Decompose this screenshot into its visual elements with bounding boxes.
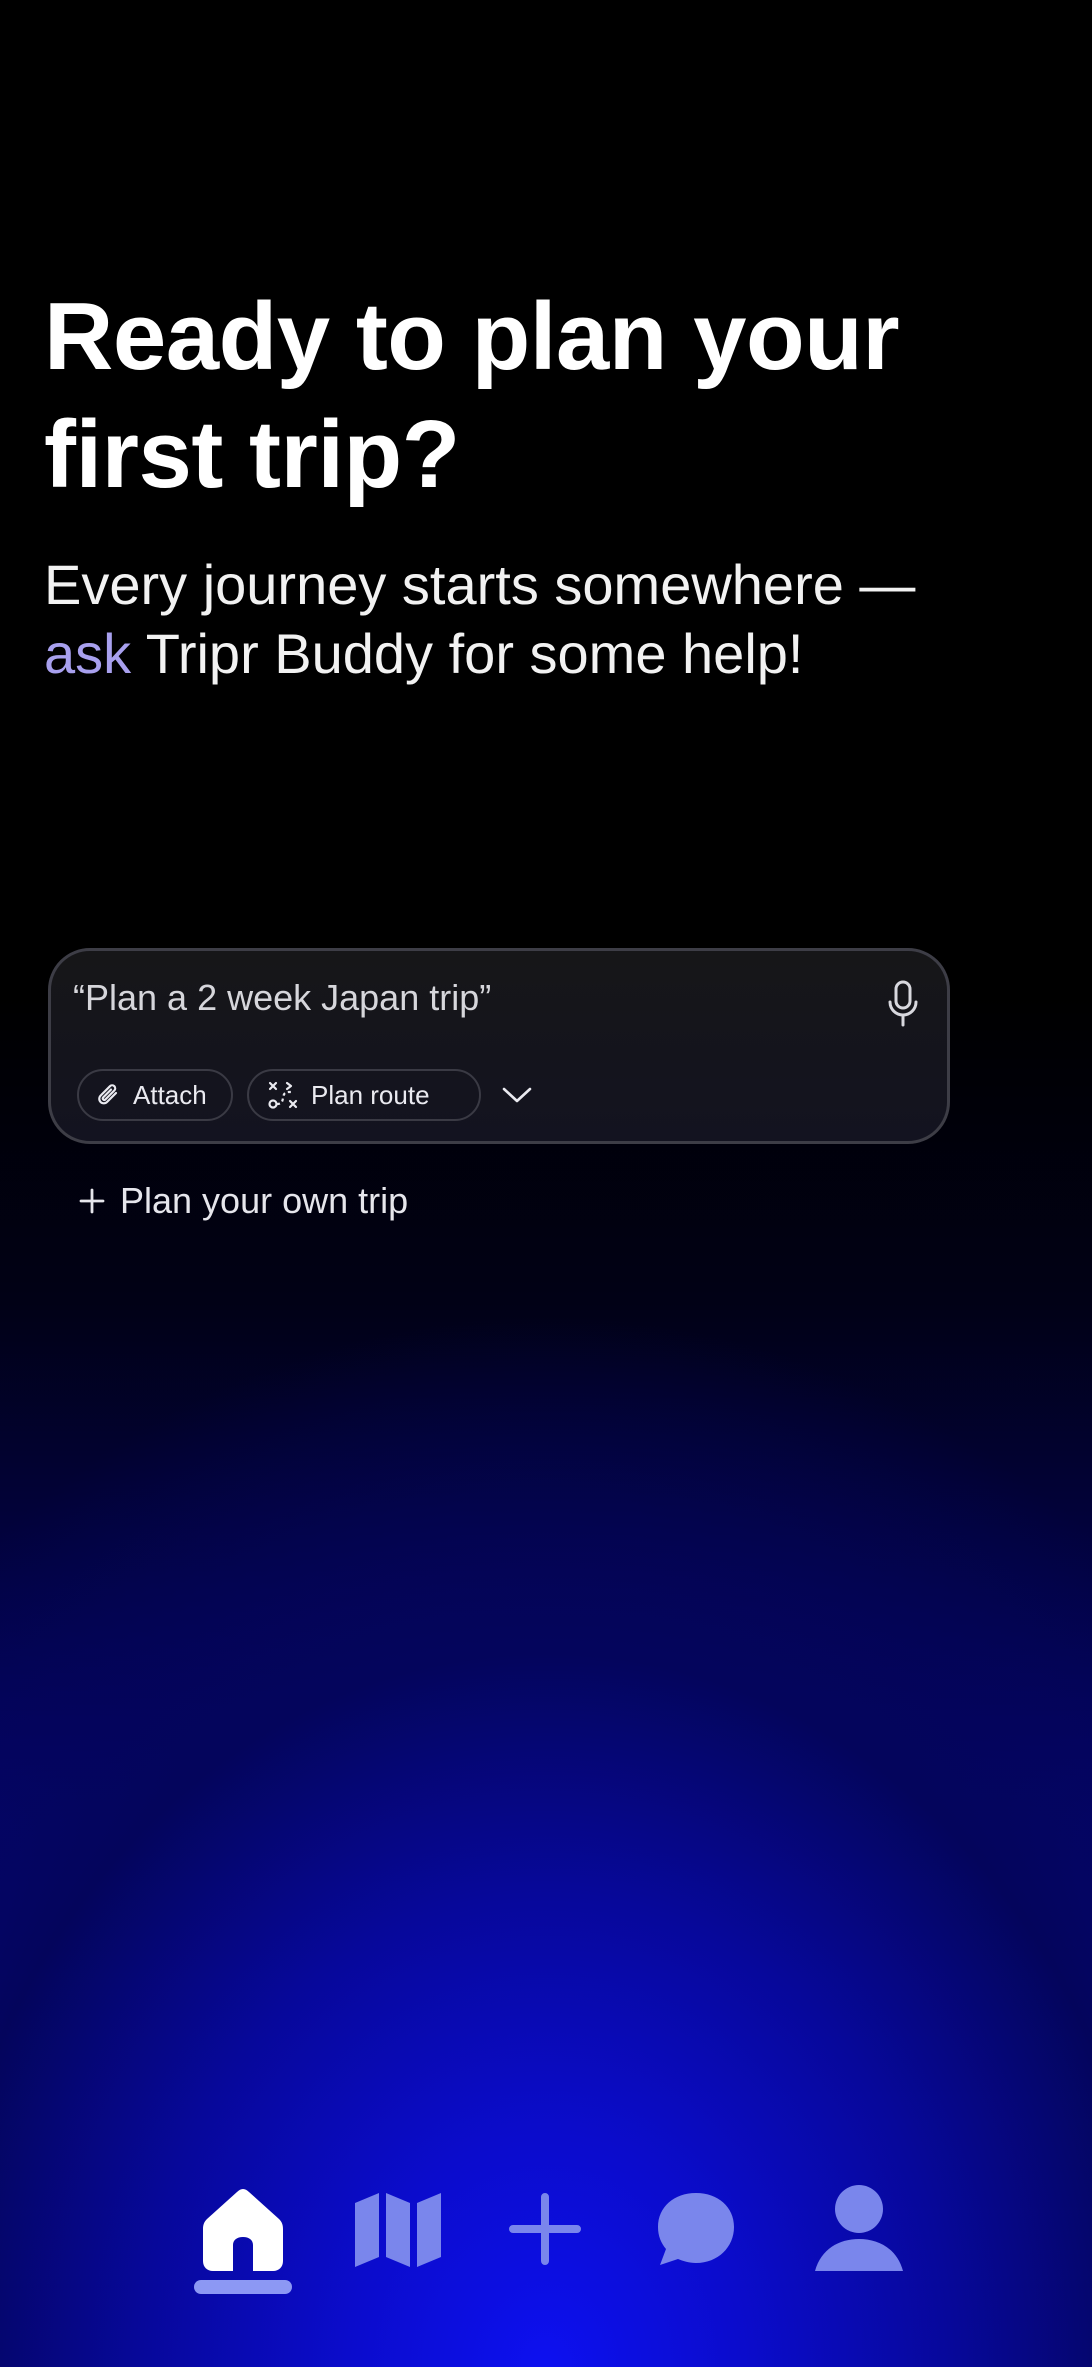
chevron-down-icon (502, 1087, 532, 1103)
tab-chat[interactable] (641, 2174, 751, 2284)
prompt-input[interactable]: “Plan a 2 week Japan trip” (73, 977, 491, 1019)
plan-own-trip-label: Plan your own trip (120, 1180, 409, 1221)
plan-route-button[interactable]: Plan route (247, 1069, 481, 1121)
page-title: Ready to plan your first trip? (44, 283, 900, 508)
attach-label: Attach (133, 1079, 207, 1110)
profile-icon (815, 2185, 903, 2271)
plus-icon (509, 2193, 581, 2265)
map-icon (355, 2193, 441, 2267)
home-icon (203, 2189, 283, 2271)
paperclip-icon (98, 1084, 118, 1105)
tab-trips[interactable] (343, 2174, 453, 2284)
subtitle-text-end: Tripr Buddy for some help! (131, 622, 804, 685)
microphone-icon (888, 980, 918, 1027)
chat-bubble-icon (658, 2193, 734, 2265)
subtitle-accent-text: ask (44, 622, 132, 685)
tab-profile[interactable] (804, 2174, 914, 2284)
tab-home[interactable] (188, 2174, 298, 2284)
attach-button[interactable]: Attach (77, 1069, 233, 1121)
route-icon (268, 1081, 298, 1109)
plan-own-trip-button[interactable]: Plan your own trip (78, 1180, 408, 1222)
active-tab-indicator (194, 2280, 292, 2294)
subtitle-text: Every journey starts somewhere — (44, 553, 916, 616)
plan-route-label: Plan route (311, 1079, 430, 1110)
microphone-button[interactable] (879, 977, 927, 1031)
prompt-card: “Plan a 2 week Japan trip” Attach Plan r… (48, 948, 950, 1144)
tab-add[interactable] (490, 2174, 600, 2284)
plus-icon (79, 1188, 105, 1214)
more-options-button[interactable] (495, 1073, 539, 1117)
page-subtitle: Every journey starts somewhere — ask Tri… (44, 550, 944, 688)
bottom-tab-bar (0, 2160, 1092, 2300)
